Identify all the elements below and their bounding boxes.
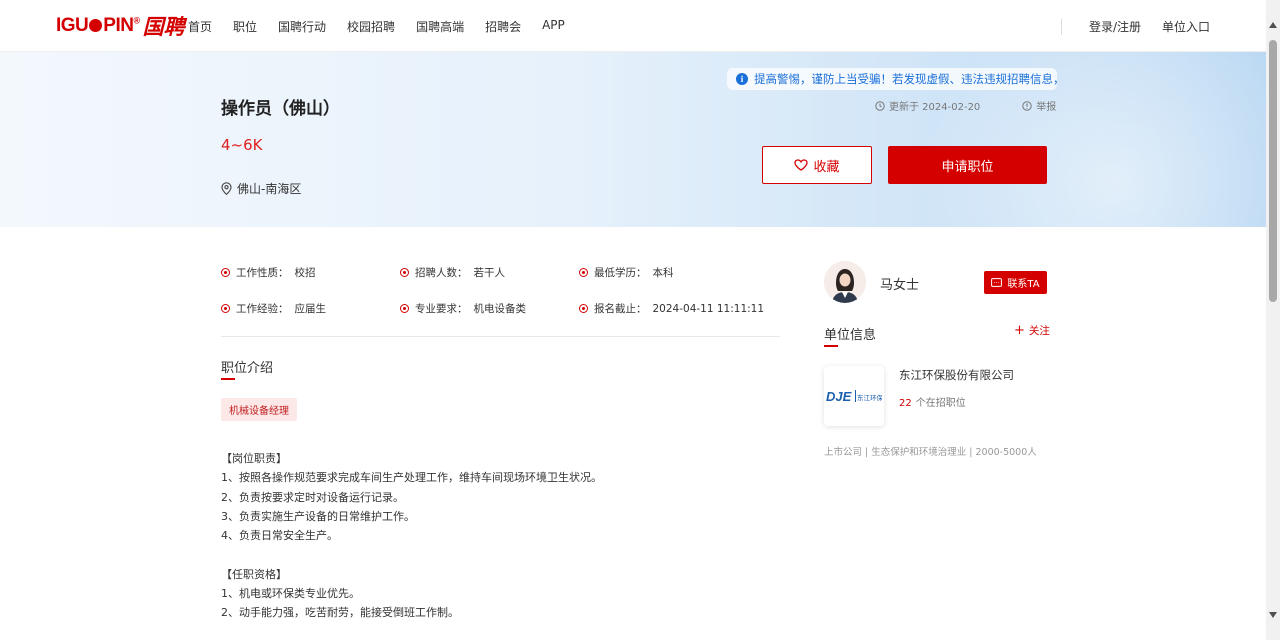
favorite-button[interactable]: 收藏 xyxy=(762,146,872,184)
plus-icon: + xyxy=(1014,323,1025,338)
job-location: 佛山-南海区 xyxy=(221,180,301,197)
recruiter-name: 马女士 xyxy=(880,278,920,293)
attr-education: 最低学历： 本科 xyxy=(579,265,674,280)
follow-label: 关注 xyxy=(1028,325,1050,337)
contact-label: 联系TA xyxy=(1007,279,1040,290)
fraud-warning-text: 提高警惕，谨防上当受骗！若发现虚假、违法违规招聘信息， xyxy=(754,72,1057,86)
attr-deadline: 报名截止： 2024-04-11 11:11:11 xyxy=(579,301,764,316)
nav-app[interactable]: APP xyxy=(542,18,565,35)
employer-entry-link[interactable]: 单位入口 xyxy=(1162,18,1210,35)
job-banner: 操作员（佛山） 4~6K 佛山-南海区 i 提高警惕，谨防上当受骗！若发现虚假、… xyxy=(0,52,1266,227)
attr-headcount: 招聘人数： 若干人 xyxy=(400,265,505,280)
follow-button[interactable]: + 关注 xyxy=(1014,323,1050,338)
job-tag: 机械设备经理 xyxy=(221,398,297,421)
desc-line: 2、动手能力强，吃苦耐劳，能接受倒班工作制。 xyxy=(221,606,459,620)
title-underline xyxy=(824,345,838,347)
desc-line: 1、机电或环保类专业优先。 xyxy=(221,587,360,601)
svg-text:东江环保: 东江环保 xyxy=(857,393,882,402)
nav-senior[interactable]: 国聘高端 xyxy=(416,18,464,35)
desc-line: 1、按照各操作规范要求完成车间生产处理工作，维持车间现场环境卫生状况。 xyxy=(221,471,602,485)
desc-line: 【任职资格】 xyxy=(221,567,287,581)
report-link[interactable]: 举报 xyxy=(1022,98,1056,113)
nav-action[interactable]: 国聘行动 xyxy=(278,18,326,35)
desc-line xyxy=(221,545,602,564)
company-meta: 上市公司 | 生态保护和环境治理业 | 2000-5000人 xyxy=(824,447,1037,458)
page-scrollbar[interactable] xyxy=(1266,0,1280,640)
warning-circle-icon xyxy=(1022,100,1032,111)
bullet-icon xyxy=(221,268,230,277)
bullet-icon xyxy=(400,268,409,277)
company-name[interactable]: 东江环保股份有限公司 xyxy=(899,367,1014,383)
desc-line: 3、负责实施生产设备的日常维护工作。 xyxy=(221,509,415,523)
clock-icon xyxy=(875,100,885,111)
top-header: IGU PIN® 国聘 首页 职位 国聘行动 校园招聘 国聘高端 招聘会 APP … xyxy=(0,0,1266,52)
open-jobs-label: 个在招职位 xyxy=(915,398,966,409)
desc-line: 4、负责日常安全生产。 xyxy=(221,529,338,543)
heart-icon xyxy=(794,159,809,171)
chat-icon xyxy=(991,278,1003,287)
job-description: 【岗位职责】 1、按照各操作规范要求完成车间生产处理工作，维持车间现场环境卫生状… xyxy=(221,449,602,623)
favorite-label: 收藏 xyxy=(813,159,840,175)
location-pin-icon xyxy=(221,182,232,195)
bullet-icon xyxy=(400,304,409,313)
job-meta: 更新于 2024-02-20 举报 xyxy=(875,98,1056,113)
nav-fair[interactable]: 招聘会 xyxy=(485,18,521,35)
contact-button[interactable]: 联系TA xyxy=(984,271,1047,294)
attr-job-type: 工作性质： 校招 xyxy=(221,265,316,280)
scroll-thumb[interactable] xyxy=(1269,40,1277,302)
update-time: 更新于 2024-02-20 xyxy=(875,98,980,113)
nav-campus[interactable]: 校园招聘 xyxy=(347,18,395,35)
company-logo[interactable]: DJE 东江环保 xyxy=(824,366,884,426)
apply-button[interactable]: 申请职位 xyxy=(888,146,1047,184)
info-icon: i xyxy=(736,73,748,85)
job-salary: 4~6K xyxy=(221,136,263,154)
svg-text:DJE: DJE xyxy=(826,389,852,404)
intro-title: 职位介绍 xyxy=(221,357,273,380)
section-divider xyxy=(221,336,780,337)
title-underline xyxy=(221,378,235,380)
report-text: 举报 xyxy=(1036,102,1057,113)
logo-chinese: 国聘 xyxy=(142,14,185,39)
open-jobs-count: 22 xyxy=(899,398,912,409)
scroll-up-icon[interactable] xyxy=(1269,22,1277,28)
update-time-text: 更新于 2024-02-20 xyxy=(889,102,981,113)
bullet-icon xyxy=(579,268,588,277)
scroll-down-icon[interactable] xyxy=(1269,612,1277,618)
site-logo[interactable]: IGU PIN® 国聘 xyxy=(56,13,185,39)
job-title: 操作员（佛山） xyxy=(221,99,340,119)
fraud-warning: i 提高警惕，谨防上当受骗！若发现虚假、违法违规招聘信息， xyxy=(727,68,1057,90)
header-divider xyxy=(1060,18,1062,35)
bullet-icon xyxy=(221,304,230,313)
nav-jobs[interactable]: 职位 xyxy=(233,18,257,35)
main-nav: 首页 职位 国聘行动 校园招聘 国聘高端 招聘会 APP xyxy=(188,18,586,35)
login-link[interactable]: 登录/注册 xyxy=(1089,18,1141,35)
company-open-jobs[interactable]: 22 个在招职位 xyxy=(899,394,966,409)
header-actions: 登录/注册 单位入口 xyxy=(1060,18,1210,35)
desc-line: 2、负责按要求定时对设备运行记录。 xyxy=(221,490,404,504)
person-avatar-icon xyxy=(824,261,866,303)
company-logo-image: DJE 东江环保 xyxy=(826,389,882,404)
attr-experience: 工作经验： 应届生 xyxy=(221,301,326,316)
nav-home[interactable]: 首页 xyxy=(188,18,212,35)
location-text: 佛山-南海区 xyxy=(237,182,302,196)
bullet-icon xyxy=(579,304,588,313)
logo-wordmark: IGU PIN® xyxy=(56,15,140,36)
attr-major: 专业要求： 机电设备类 xyxy=(400,301,526,316)
desc-line: 【岗位职责】 xyxy=(221,452,287,465)
company-section-title: 单位信息 xyxy=(824,324,876,347)
recruiter-avatar xyxy=(824,261,866,303)
